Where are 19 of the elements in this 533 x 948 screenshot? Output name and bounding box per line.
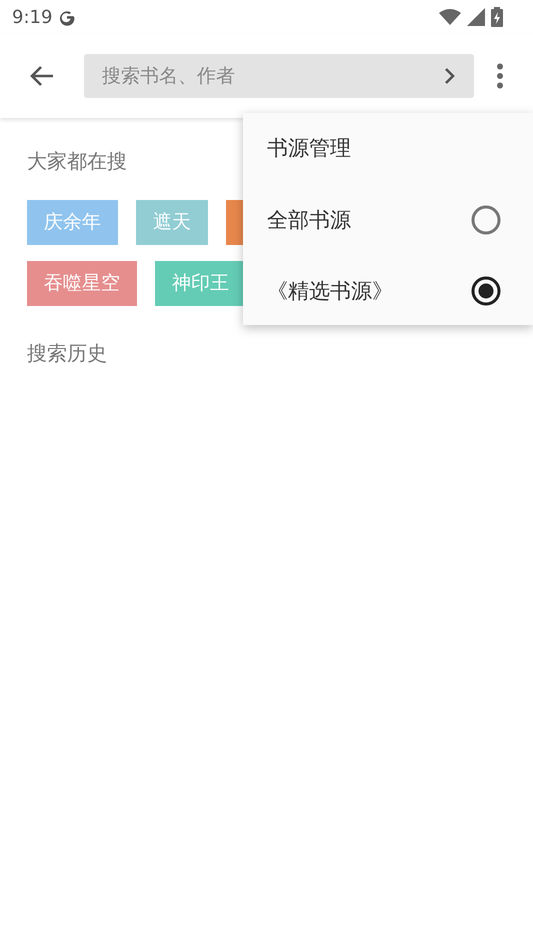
search-field[interactable]: 搜索书名、作者 bbox=[84, 54, 474, 98]
signal-icon bbox=[467, 8, 485, 26]
search-tag[interactable]: 庆余年 bbox=[27, 200, 118, 245]
search-tag[interactable]: 神印王 bbox=[155, 261, 246, 306]
battery-icon bbox=[491, 7, 503, 27]
radio-button[interactable] bbox=[471, 276, 501, 306]
menu-title[interactable]: 书源管理 bbox=[243, 113, 533, 184]
wifi-icon bbox=[439, 9, 461, 25]
search-tag[interactable]: 遮天 bbox=[136, 200, 208, 245]
search-tag[interactable]: 吞噬星空 bbox=[27, 261, 137, 306]
menu-item[interactable]: 全部书源 bbox=[243, 184, 533, 255]
menu-item[interactable]: 《精选书源》 bbox=[243, 255, 533, 326]
chevron-right-icon[interactable] bbox=[444, 67, 456, 85]
back-arrow-icon[interactable] bbox=[29, 65, 55, 87]
radio-button[interactable] bbox=[471, 204, 501, 234]
section-title: 搜索历史 bbox=[27, 340, 107, 367]
more-options-icon[interactable] bbox=[496, 63, 504, 89]
status-time: 9:19 bbox=[12, 6, 52, 28]
section-title: 大家都在搜 bbox=[27, 148, 127, 175]
